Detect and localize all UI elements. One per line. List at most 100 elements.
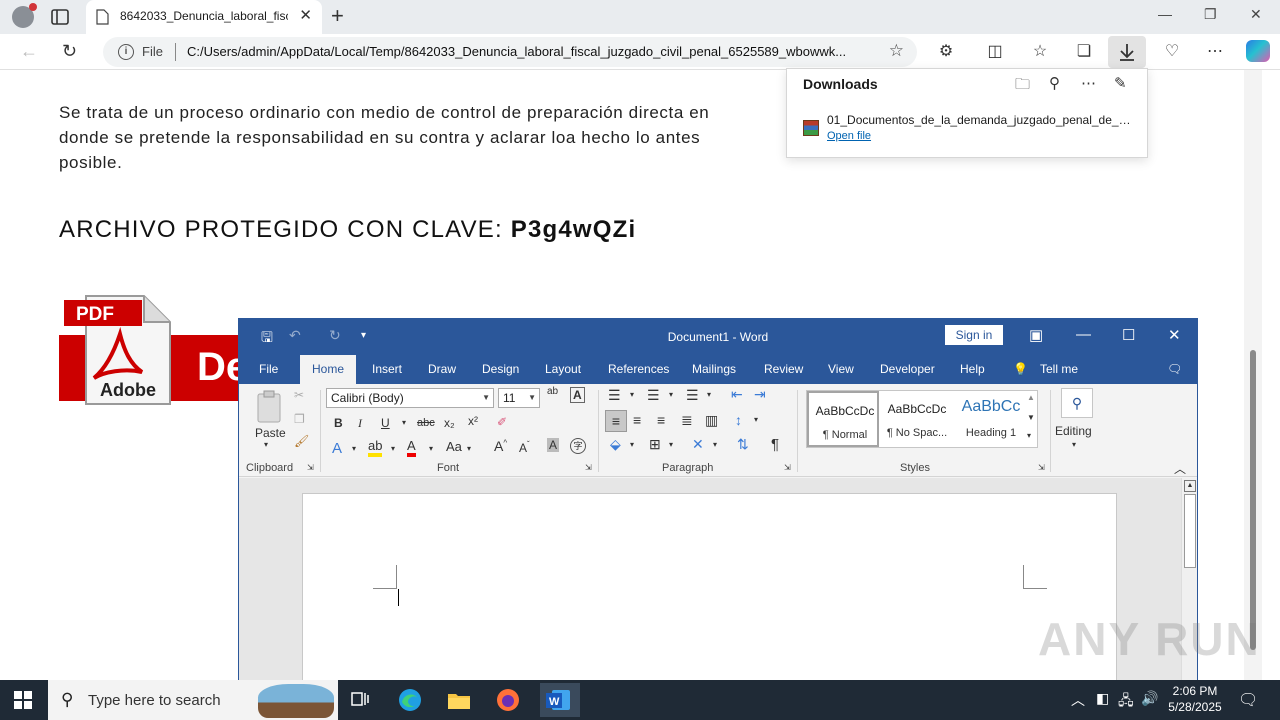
back-icon[interactable]: ← <box>20 41 38 62</box>
firefox-icon[interactable] <box>494 686 522 714</box>
more-options-icon[interactable]: ⋯ <box>1081 74 1096 92</box>
tab-insert[interactable]: Insert <box>372 362 402 376</box>
clear-format-icon[interactable]: A <box>570 387 585 403</box>
tab-developer[interactable]: Developer <box>880 362 935 376</box>
collections-icon[interactable]: ❏ <box>1073 41 1095 63</box>
url-text[interactable]: C:/Users/admin/AppData/Local/Temp/864203… <box>187 44 877 59</box>
more-menu-icon[interactable]: ⋯ <box>1204 41 1226 63</box>
paste-icon[interactable] <box>255 390 285 424</box>
styles-more-icon[interactable]: ▾ <box>1027 431 1031 440</box>
word-taskbar-button[interactable]: W <box>540 683 580 717</box>
tab-review[interactable]: Review <box>764 362 803 376</box>
tab-actions-icon[interactable] <box>50 7 70 27</box>
align-right-icon[interactable]: ≡ <box>657 412 665 428</box>
minimize-icon[interactable]: — <box>1158 6 1172 22</box>
superscript-icon[interactable]: x² <box>468 414 478 428</box>
chevron-down-icon[interactable]: ▾ <box>429 444 433 453</box>
show-hidden-icons[interactable]: ︿ <box>1071 690 1085 710</box>
font-name-select[interactable]: Calibri (Body) ▼ <box>326 388 494 408</box>
paragraph-launcher-icon[interactable]: ⇲ <box>784 463 791 472</box>
tab-mailings[interactable]: Mailings <box>692 362 736 376</box>
cut-icon[interactable]: ✂ <box>294 388 304 402</box>
underline-icon[interactable]: U <box>381 416 390 430</box>
increase-indent-icon[interactable]: ⇥ <box>754 386 766 403</box>
font-launcher-icon[interactable]: ⇲ <box>585 463 592 472</box>
scroll-up-icon[interactable]: ▲ <box>1184 480 1196 492</box>
tab-design[interactable]: Design <box>482 362 519 376</box>
word-close-icon[interactable]: ✕ <box>1168 326 1181 344</box>
styles-launcher-icon[interactable]: ⇲ <box>1038 463 1045 472</box>
tab-references[interactable]: References <box>608 362 669 376</box>
chevron-down-icon[interactable]: ▾ <box>630 440 634 449</box>
chevron-down-icon[interactable]: ▾ <box>754 415 758 424</box>
style-no-spacing[interactable]: AaBbCcDc ¶ No Spac... <box>881 391 953 447</box>
text-effects-icon[interactable]: ✐ <box>497 415 507 429</box>
grow-font-icon[interactable]: A^ <box>494 438 507 454</box>
pin-icon[interactable]: ✎ <box>1114 74 1127 92</box>
search-icon[interactable]: ⚲ <box>1049 74 1060 92</box>
bold-icon[interactable]: B <box>334 416 343 430</box>
new-tab-icon[interactable]: + <box>331 5 344 27</box>
close-window-icon[interactable]: ✕ <box>1250 6 1262 23</box>
open-file-link[interactable]: Open file <box>827 130 871 142</box>
tab-view[interactable]: View <box>828 362 854 376</box>
file-explorer-icon[interactable] <box>445 686 473 714</box>
change-case-aa-icon[interactable]: Aa <box>446 439 462 454</box>
word-maximize-icon[interactable]: ☐ <box>1122 326 1135 344</box>
line-spacing-icon[interactable]: ↕ <box>735 412 742 428</box>
meet-now-icon[interactable]: ◧ <box>1096 690 1109 707</box>
sign-in-button[interactable]: Sign in <box>945 325 1003 345</box>
volume-icon[interactable]: 🔊 <box>1141 690 1158 707</box>
distributed-icon[interactable]: ▥ <box>705 412 718 429</box>
paste-dropdown-icon[interactable]: ▾ <box>264 440 268 449</box>
copy-icon[interactable]: ❐ <box>294 412 305 426</box>
info-icon[interactable]: i <box>118 44 134 60</box>
comments-icon[interactable]: 🗨 <box>1167 362 1182 376</box>
chevron-down-icon[interactable]: ▾ <box>467 444 471 453</box>
show-formatting-icon[interactable]: ¶ <box>771 436 779 453</box>
styles-scroll-down-icon[interactable]: ▼ <box>1027 413 1035 422</box>
align-center-icon[interactable]: ≡ <box>633 412 641 428</box>
strikethrough-icon[interactable]: abc <box>417 417 435 429</box>
collapse-ribbon-icon[interactable]: ︿ <box>1174 460 1186 477</box>
tab-layout[interactable]: Layout <box>545 362 581 376</box>
shading-icon[interactable]: ⬙ <box>610 436 621 453</box>
chevron-down-icon[interactable]: ▾ <box>669 440 673 449</box>
chevron-down-icon[interactable]: ▾ <box>707 390 711 399</box>
open-folder-icon[interactable]: 🗀 <box>1015 74 1030 99</box>
ribbon-display-icon[interactable]: ▣ <box>1029 326 1043 344</box>
italic-icon[interactable]: I <box>358 416 362 431</box>
decrease-indent-icon[interactable]: ⇤ <box>731 386 743 403</box>
underline-dropdown-icon[interactable]: ▾ <box>402 418 406 427</box>
character-shading-icon[interactable]: A <box>547 438 560 452</box>
style-normal[interactable]: AaBbCcDc ¶ Normal <box>807 391 879 447</box>
justify-icon[interactable]: ≣ <box>681 412 693 429</box>
asian-layout-icon[interactable]: ✕ <box>692 436 704 453</box>
address-bar[interactable]: i File C:/Users/admin/AppData/Local/Temp… <box>103 37 917 67</box>
browser-essentials-icon[interactable]: ♡ <box>1161 41 1183 63</box>
restore-icon[interactable]: ❐ <box>1204 6 1217 23</box>
enclose-characters-icon[interactable]: 字 <box>570 438 586 454</box>
clipboard-launcher-icon[interactable]: ⇲ <box>307 463 314 472</box>
tab-active[interactable]: 8642033_Denuncia_laboral_fiscal_juzg... … <box>86 0 322 34</box>
tab-file[interactable]: File <box>259 362 278 376</box>
chevron-down-icon[interactable]: ▾ <box>391 444 395 453</box>
borders-icon[interactable]: ⊞ <box>649 436 661 453</box>
editing-button[interactable]: ⚲ Editing ▾ <box>1055 386 1097 456</box>
styles-scroll-up-icon[interactable]: ▲ <box>1027 393 1035 402</box>
chevron-down-icon[interactable]: ▾ <box>630 390 634 399</box>
download-filename[interactable]: 01_Documentos_de_la_demanda_juzgado_pena… <box>827 113 1132 127</box>
downloads-button[interactable] <box>1108 36 1146 68</box>
chevron-down-icon[interactable]: ▾ <box>352 444 356 453</box>
numbering-icon[interactable]: ☰ <box>647 387 660 404</box>
page-scrollbar-thumb[interactable] <box>1250 350 1256 650</box>
word-minimize-icon[interactable]: — <box>1076 326 1091 343</box>
favorites-icon[interactable]: ☆ <box>1029 41 1051 63</box>
edge-icon[interactable] <box>396 686 424 714</box>
pdf-file-icon[interactable]: PDF Adobe <box>64 292 174 407</box>
font-size-select[interactable]: 11 ▼ <box>498 388 540 408</box>
page-scrollbar[interactable] <box>1244 70 1262 680</box>
change-case-icon[interactable]: ab <box>547 386 558 397</box>
text-effects-font-icon[interactable]: A <box>332 440 342 457</box>
chevron-down-icon[interactable]: ▾ <box>669 390 673 399</box>
